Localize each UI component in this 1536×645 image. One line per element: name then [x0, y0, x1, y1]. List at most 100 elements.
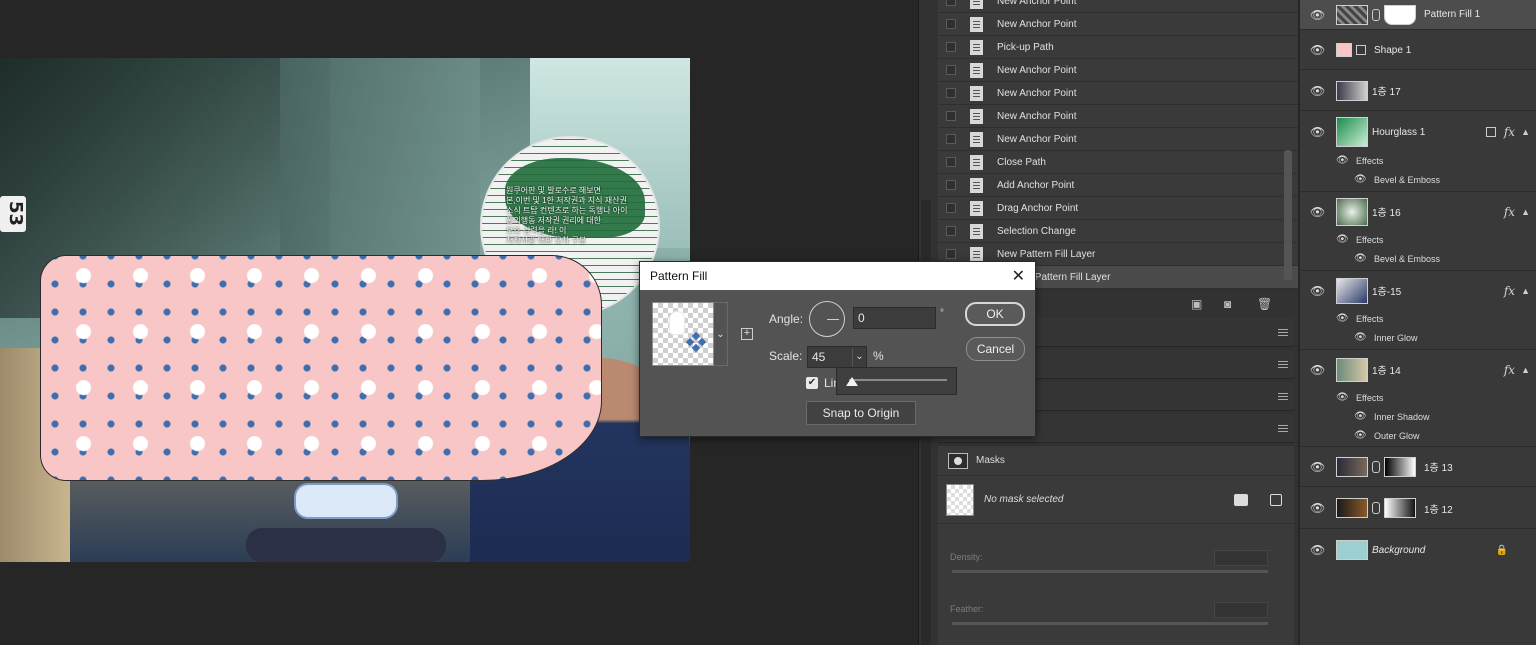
effects-row[interactable]: 👁 Effects: [1336, 309, 1536, 328]
layer-row-background[interactable]: 👁 Background 🔒: [1300, 530, 1536, 570]
history-source-checkbox[interactable]: [946, 134, 956, 144]
density-slider[interactable]: [952, 570, 1268, 573]
layer-mask-link-icon[interactable]: [1372, 502, 1380, 514]
chevron-up-icon[interactable]: ▲: [1521, 365, 1530, 375]
chevron-up-icon[interactable]: ▲: [1521, 207, 1530, 217]
history-source-checkbox[interactable]: [946, 111, 956, 121]
history-source-checkbox[interactable]: [946, 88, 956, 98]
visibility-eye-icon[interactable]: 👁: [1310, 84, 1325, 98]
chevron-up-icon[interactable]: ▲: [1521, 286, 1530, 296]
effect-row[interactable]: 👁 Inner Shadow: [1354, 407, 1536, 426]
layer-mask-thumbnail[interactable]: [1384, 456, 1416, 477]
fx-icon[interactable]: fx: [1504, 363, 1515, 377]
add-pixel-mask-icon[interactable]: [1234, 493, 1248, 506]
effects-row[interactable]: 👁 Effects: [1336, 388, 1536, 407]
angle-dial[interactable]: [809, 301, 845, 337]
history-scrollbar[interactable]: [1284, 150, 1292, 280]
history-item[interactable]: Add Anchor Point: [938, 174, 1300, 197]
snap-to-origin-button[interactable]: Snap to Origin: [806, 401, 916, 425]
history-source-checkbox[interactable]: [946, 65, 956, 75]
panel-menu-icon[interactable]: [1278, 361, 1288, 362]
trash-icon[interactable]: 🗑: [1257, 298, 1272, 310]
panel-menu-icon[interactable]: [1278, 425, 1288, 426]
layer-mask-thumbnail[interactable]: [1384, 4, 1416, 25]
effect-row[interactable]: 👁 Bevel & Emboss: [1354, 170, 1536, 189]
visibility-eye-icon[interactable]: 👁: [1310, 363, 1325, 377]
pattern-fill-shape[interactable]: [40, 255, 602, 481]
history-source-checkbox[interactable]: [946, 42, 956, 52]
effect-row[interactable]: 👁 Inner Glow: [1354, 328, 1536, 347]
visibility-eye-icon[interactable]: 👁: [1310, 43, 1325, 57]
layer-row-16[interactable]: 👁 1층 16 fx ▲: [1300, 191, 1536, 231]
history-item[interactable]: New Anchor Point: [938, 0, 1300, 13]
new-preset-icon[interactable]: +: [741, 328, 753, 340]
layer-mask-link-icon[interactable]: [1372, 460, 1380, 473]
history-source-checkbox[interactable]: [946, 203, 956, 213]
scale-slider-track[interactable]: [849, 379, 947, 381]
fx-icon[interactable]: fx: [1504, 125, 1515, 139]
layer-row-17[interactable]: 👁 1층 17: [1300, 71, 1536, 111]
visibility-eye-icon[interactable]: 👁: [1354, 253, 1368, 264]
layer-row-shape-1[interactable]: 👁 Shape 1: [1300, 31, 1536, 70]
close-icon[interactable]: ✕: [1012, 266, 1025, 286]
history-item[interactable]: Close Path: [938, 151, 1300, 174]
effects-row[interactable]: 👁 Effects: [1336, 151, 1536, 170]
angle-input[interactable]: 0: [853, 307, 936, 329]
visibility-eye-icon[interactable]: 👁: [1354, 430, 1368, 441]
layer-row-12[interactable]: 👁 1층 12: [1300, 488, 1536, 529]
visibility-eye-icon[interactable]: 👁: [1310, 460, 1325, 474]
visibility-eye-icon[interactable]: 👁: [1310, 125, 1325, 139]
layer-row-13[interactable]: 👁 1층 13: [1300, 446, 1536, 487]
layer-mask-link-icon[interactable]: [1372, 8, 1380, 21]
history-source-checkbox[interactable]: [946, 249, 956, 259]
layer-row-14[interactable]: 👁 1층 14 fx ▲: [1300, 349, 1536, 389]
scale-slider-thumb[interactable]: [845, 377, 858, 386]
panel-menu-icon[interactable]: [1278, 393, 1288, 394]
feather-slider[interactable]: [952, 622, 1268, 625]
fx-icon[interactable]: fx: [1504, 284, 1515, 298]
ok-button[interactable]: OK: [965, 302, 1025, 326]
chevron-down-icon[interactable]: ⌄: [714, 302, 728, 366]
history-source-checkbox[interactable]: [946, 226, 956, 236]
history-item[interactable]: New Anchor Point: [938, 105, 1300, 128]
history-item[interactable]: New Anchor Point: [938, 128, 1300, 151]
panel-menu-icon[interactable]: [1278, 329, 1288, 330]
history-source-checkbox[interactable]: [946, 19, 956, 29]
visibility-eye-icon[interactable]: 👁: [1336, 313, 1350, 324]
document-image[interactable]: 53 원쿠어판 및 발로수로 해보면 본,이번 및 1한 저작권과 지식 재산권…: [0, 58, 690, 562]
history-source-checkbox[interactable]: [946, 180, 956, 190]
effects-row[interactable]: 👁 Effects: [1336, 230, 1536, 249]
density-field[interactable]: [1214, 550, 1268, 566]
history-item[interactable]: Drag Anchor Point: [938, 197, 1300, 220]
visibility-eye-icon[interactable]: 👁: [1336, 234, 1350, 245]
visibility-eye-icon[interactable]: 👁: [1310, 543, 1325, 557]
layer-row-hourglass-1[interactable]: 👁 Hourglass 1 fx ▲: [1300, 112, 1536, 152]
cancel-button[interactable]: Cancel: [966, 337, 1025, 361]
layer-row-15[interactable]: 👁 1층-15 fx ▲: [1300, 270, 1536, 310]
visibility-eye-icon[interactable]: 👁: [1310, 284, 1325, 298]
history-item[interactable]: New Anchor Point: [938, 13, 1300, 36]
effect-row[interactable]: 👁 Bevel & Emboss: [1354, 249, 1536, 268]
visibility-eye-icon[interactable]: 👁: [1354, 332, 1368, 343]
history-source-checkbox[interactable]: [946, 0, 956, 6]
history-item[interactable]: Selection Change: [938, 220, 1300, 243]
chevron-down-icon[interactable]: ⌄: [852, 348, 866, 366]
camera-snapshot-icon[interactable]: ◙: [1224, 298, 1237, 310]
visibility-eye-icon[interactable]: 👁: [1354, 174, 1368, 185]
add-vector-mask-icon[interactable]: [1270, 493, 1282, 506]
history-item[interactable]: New Anchor Point: [938, 59, 1300, 82]
layer-row-pattern-fill-1[interactable]: 👁 Pattern Fill 1: [1300, 0, 1536, 30]
history-source-checkbox[interactable]: [946, 157, 956, 167]
visibility-eye-icon[interactable]: 👁: [1354, 411, 1368, 422]
chevron-up-icon[interactable]: ▲: [1521, 127, 1530, 137]
fx-icon[interactable]: fx: [1504, 205, 1515, 219]
dialog-titlebar[interactable]: Pattern Fill ✕: [640, 262, 1035, 290]
history-item[interactable]: Pick-up Path: [938, 36, 1300, 59]
visibility-eye-icon[interactable]: 👁: [1310, 205, 1325, 219]
feather-field[interactable]: [1214, 602, 1268, 618]
new-document-from-state-icon[interactable]: ▣: [1191, 298, 1204, 310]
history-item[interactable]: New Anchor Point: [938, 82, 1300, 105]
visibility-eye-icon[interactable]: 👁: [1336, 155, 1350, 166]
link-with-layer-checkbox[interactable]: ✔: [806, 377, 818, 389]
visibility-eye-icon[interactable]: 👁: [1336, 392, 1350, 403]
